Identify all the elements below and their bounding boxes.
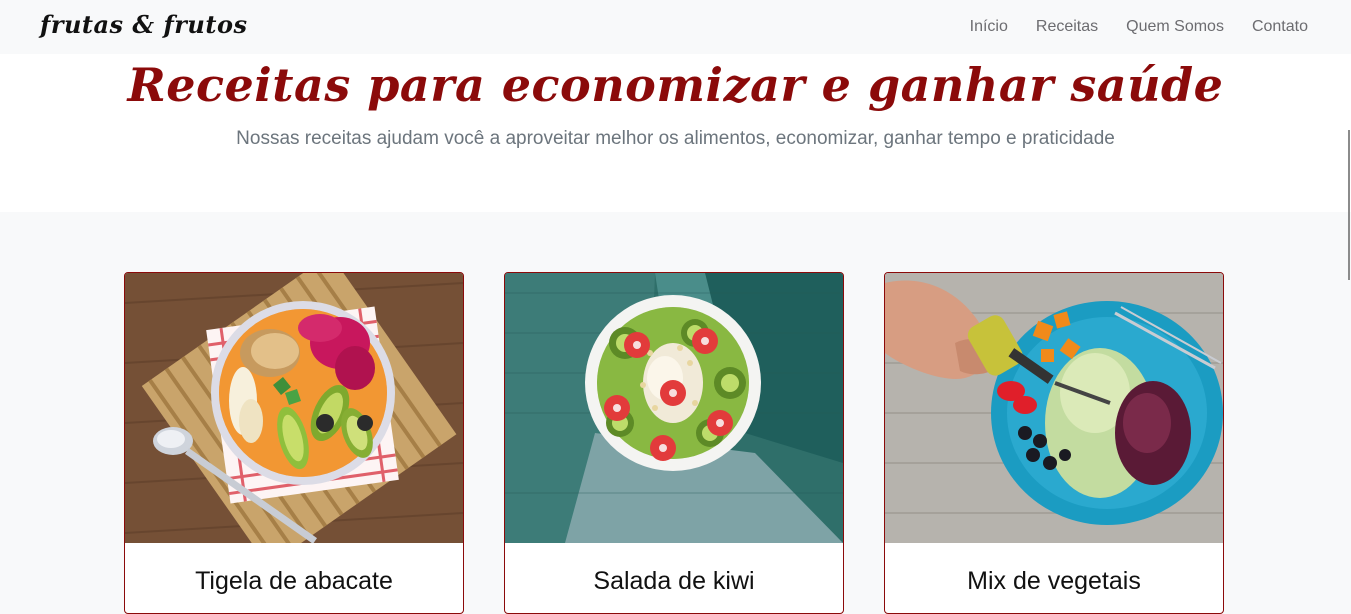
avocado-bowl-image (125, 273, 463, 543)
scrollbar-indicator[interactable] (1348, 130, 1350, 280)
page-subtitle: Nossas receitas ajudam você a aproveitar… (236, 128, 1115, 149)
nav-link-receitas[interactable]: Receitas (1036, 18, 1098, 36)
kiwi-salad-image (505, 273, 843, 543)
card-title[interactable]: Tigela de abacate (125, 567, 463, 596)
brand-logo[interactable]: frutas & frutos (40, 10, 247, 39)
nav-link-inicio[interactable]: Início (970, 18, 1008, 36)
nav-link-contato[interactable]: Contato (1252, 18, 1308, 36)
vegetable-mix-image (885, 273, 1223, 543)
nav-link-quem-somos[interactable]: Quem Somos (1126, 18, 1224, 36)
nav-links: Início Receitas Quem Somos Contato (970, 18, 1308, 36)
recipe-card-vegetable-mix[interactable]: Mix de vegetais (884, 272, 1224, 614)
card-title[interactable]: Salada de kiwi (505, 567, 843, 596)
navbar: frutas & frutos Início Receitas Quem Som… (0, 0, 1351, 54)
recipe-card-kiwi-salad[interactable]: Salada de kiwi (504, 272, 844, 614)
hero-section: Receitas para economizar e ganhar saúde … (0, 54, 1351, 212)
recipe-card-avocado-bowl[interactable]: Tigela de abacate (124, 272, 464, 614)
card-title[interactable]: Mix de vegetais (885, 567, 1223, 596)
page-title: Receitas para economizar e ganhar saúde (127, 58, 1224, 112)
